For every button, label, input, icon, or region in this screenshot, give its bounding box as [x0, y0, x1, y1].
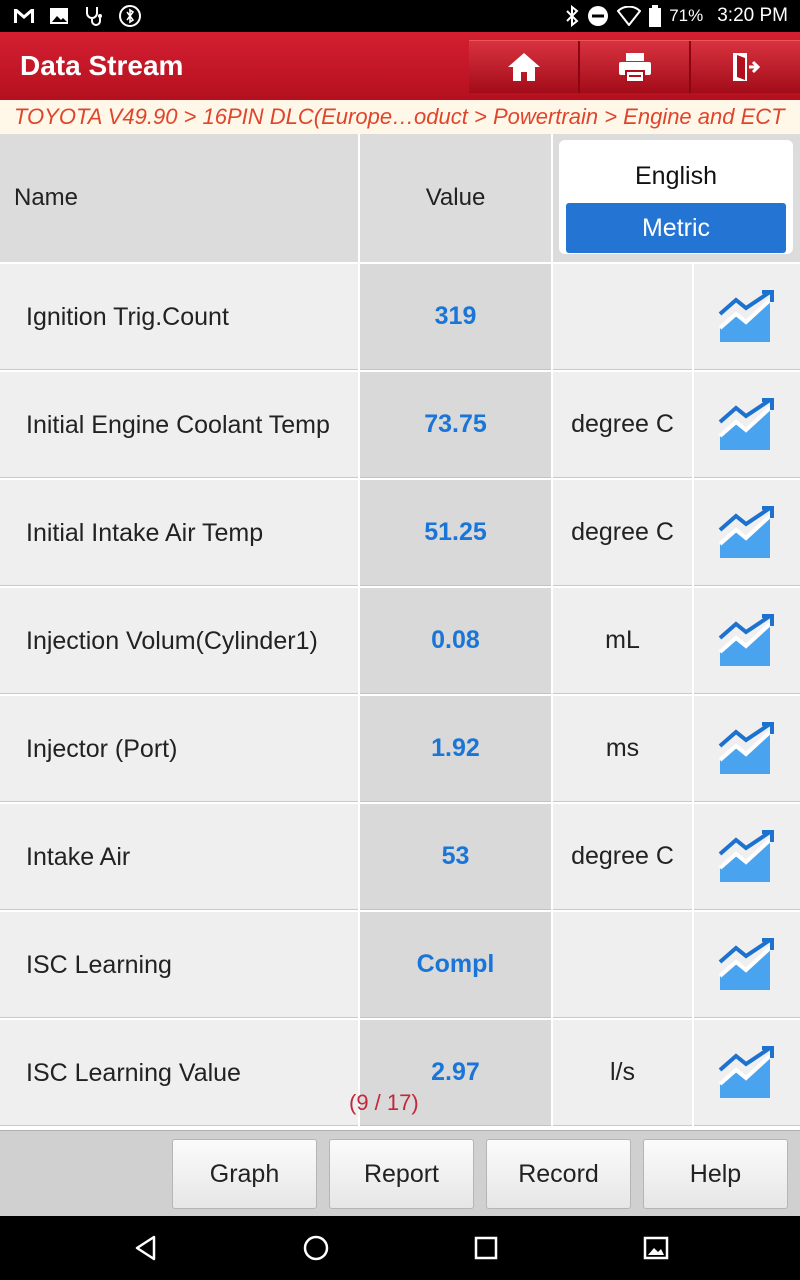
trend-chart-icon [718, 289, 774, 342]
row-unit: ms [553, 696, 692, 802]
row-unit: degree C [553, 480, 692, 586]
printer-icon [618, 53, 651, 83]
battery-percent: 71% [669, 6, 704, 25]
table-row: Intake Air 53 degree C [0, 804, 800, 910]
row-graph-button[interactable] [694, 372, 800, 478]
row-unit: degree C [553, 372, 692, 478]
trend-chart-icon [718, 505, 774, 558]
row-name: Injection Volum(Cylinder1) [0, 588, 358, 694]
row-value: Compl [360, 912, 551, 1018]
table-rows: Ignition Trig.Count 319 Initial Engine C… [0, 264, 800, 1128]
trend-chart-icon [718, 829, 774, 882]
row-name: Ignition Trig.Count [0, 264, 358, 370]
row-name: Initial Intake Air Temp [0, 480, 358, 586]
row-name: Initial Engine Coolant Temp [0, 372, 358, 478]
breadcrumb: TOYOTA V49.90 > 16PIN DLC(Europe…oduct >… [0, 100, 800, 134]
row-name: ISC Learning [0, 912, 358, 1018]
trend-chart-icon [718, 397, 774, 450]
header-unit: English Metric [553, 134, 800, 262]
unit-toggle: English Metric [559, 140, 793, 254]
stethoscope-icon [86, 7, 102, 26]
row-name: Intake Air [0, 804, 358, 910]
page-indicator: (9 / 17) [349, 1090, 419, 1115]
back-icon[interactable] [132, 1234, 160, 1262]
exit-icon [732, 53, 760, 81]
trend-chart-icon [718, 613, 774, 666]
wifi-icon [617, 6, 642, 26]
header-name: Name [0, 134, 358, 262]
status-bar: 71% 3:20 PM [0, 0, 800, 32]
table-row: Initial Engine Coolant Temp 73.75 degree… [0, 372, 800, 478]
battery-icon [649, 5, 662, 27]
graph-button[interactable]: Graph [172, 1139, 317, 1209]
data-stream-table: Name Value English Metric Ignition Trig.… [0, 134, 800, 1130]
bluetooth-icon [566, 5, 579, 27]
row-value: 73.75 [360, 372, 551, 478]
row-graph-button[interactable] [694, 696, 800, 802]
exit-button[interactable] [689, 41, 800, 93]
gmail-icon [14, 9, 34, 23]
header-value: Value [360, 134, 551, 262]
table-row: Injection Volum(Cylinder1) 0.08 mL [0, 588, 800, 694]
record-button[interactable]: Record [486, 1139, 631, 1209]
do-not-disturb-icon [588, 6, 609, 26]
row-name: Injector (Port) [0, 696, 358, 802]
trend-chart-icon [718, 1045, 774, 1098]
bluetooth-circle-icon [119, 5, 141, 27]
row-graph-button[interactable] [694, 480, 800, 586]
row-name: ISC Learning Value [0, 1020, 358, 1126]
row-graph-button[interactable] [694, 912, 800, 1018]
row-graph-button[interactable] [694, 264, 800, 370]
home-nav-icon[interactable] [302, 1234, 330, 1262]
trend-chart-icon [718, 721, 774, 774]
row-unit [553, 912, 692, 1018]
unit-metric-option[interactable]: Metric [566, 203, 786, 253]
table-row: Ignition Trig.Count 319 [0, 264, 800, 370]
bottom-toolbar: Graph Report Record Help [0, 1130, 800, 1216]
row-unit: l/s [553, 1020, 692, 1126]
row-graph-button[interactable] [694, 804, 800, 910]
app-bar-actions [469, 40, 800, 93]
help-button[interactable]: Help [643, 1139, 788, 1209]
print-button[interactable] [578, 41, 689, 93]
recents-icon[interactable] [472, 1234, 500, 1262]
row-value: 0.08 [360, 588, 551, 694]
row-unit: degree C [553, 804, 692, 910]
row-value: 51.25 [360, 480, 551, 586]
trend-chart-icon [718, 937, 774, 990]
report-button[interactable]: Report [329, 1139, 474, 1209]
clock: 3:20 PM [717, 5, 788, 26]
app-bar: Data Stream [0, 32, 800, 100]
gallery-icon [50, 8, 68, 24]
row-graph-button[interactable] [694, 1020, 800, 1126]
row-unit [553, 264, 692, 370]
row-graph-button[interactable] [694, 588, 800, 694]
table-row: ISC Learning Compl [0, 912, 800, 1018]
screenshot-icon[interactable] [642, 1234, 670, 1262]
home-icon [507, 53, 540, 81]
table-header: Name Value English Metric [0, 134, 800, 262]
navigation-bar [0, 1216, 800, 1280]
table-row: Injector (Port) 1.92 ms [0, 696, 800, 802]
unit-english-option[interactable]: English [559, 154, 793, 198]
row-value: 53 [360, 804, 551, 910]
row-value: 319 [360, 264, 551, 370]
page-title: Data Stream [20, 50, 184, 81]
row-unit: mL [553, 588, 692, 694]
table-row: Initial Intake Air Temp 51.25 degree C [0, 480, 800, 586]
row-value: 1.92 [360, 696, 551, 802]
home-button[interactable] [469, 41, 578, 93]
